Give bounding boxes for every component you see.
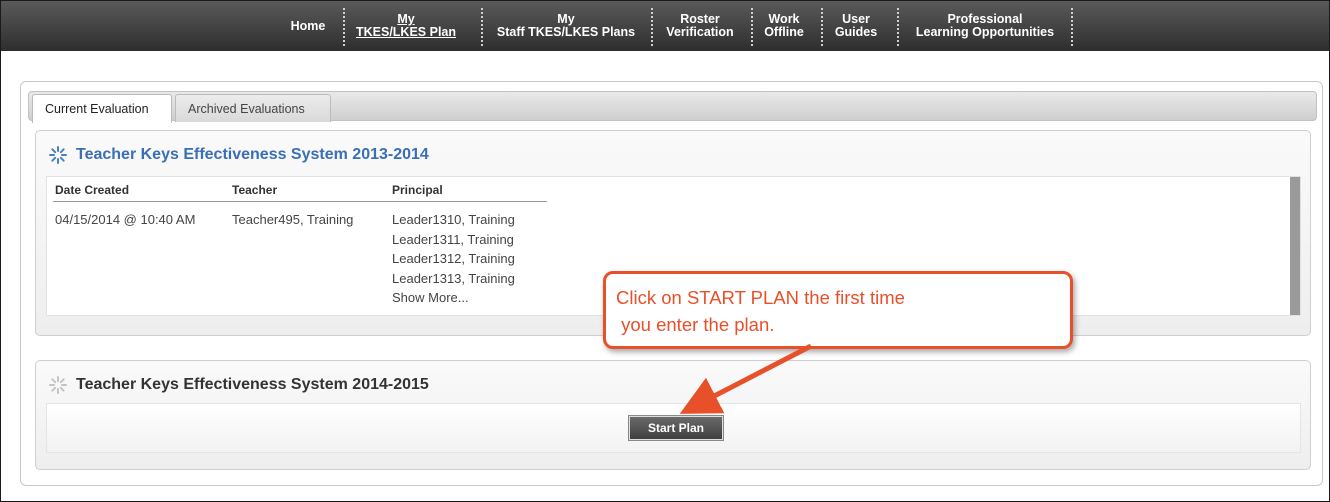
principal-item: Leader1311, Training: [392, 231, 514, 247]
cell-date-created: 04/15/2014 @ 10:40 AM: [55, 212, 196, 227]
tab-archived-evaluations[interactable]: Archived Evaluations: [175, 94, 331, 122]
nav-work-offline[interactable]: Work Offline: [759, 1, 809, 51]
principal-item: Leader1312, Training: [392, 251, 515, 266]
nav-separator: [651, 8, 653, 46]
evaluation-2014-section: Teacher Keys Effectiveness System 2014-2…: [35, 360, 1311, 470]
nav-my-tkes-lkes-plan[interactable]: My TKES/LKES Plan: [351, 1, 461, 51]
spinner-icon: [49, 146, 67, 164]
nav-my-staff-plans[interactable]: My Staff TKES/LKES Plans: [491, 1, 641, 51]
instruction-callout: Click on START PLAN the first time you e…: [603, 271, 1073, 349]
evaluation-2014-body: Start Plan: [46, 403, 1301, 453]
evaluation-2013-heading[interactable]: Teacher Keys Effectiveness System 2013-2…: [48, 145, 429, 165]
nav-professional-learning[interactable]: Professional Learning Opportunities: [909, 1, 1061, 51]
nav-separator: [897, 8, 899, 46]
show-more-link[interactable]: Show More...: [392, 288, 515, 308]
column-header-principal: Principal: [392, 183, 443, 197]
callout-text: Click on START PLAN the first time you e…: [616, 287, 905, 335]
evaluation-2014-title: Teacher Keys Effectiveness System 2014-2…: [76, 376, 429, 393]
header-divider: [53, 201, 547, 202]
cell-teacher: Teacher495, Training: [232, 212, 354, 227]
spinner-icon: [49, 376, 67, 394]
evaluation-2014-heading: Teacher Keys Effectiveness System 2014-2…: [48, 375, 429, 395]
scrollbar[interactable]: [1290, 177, 1300, 315]
evaluation-2013-title: Teacher Keys Effectiveness System 2013-2…: [76, 146, 429, 163]
nav-separator: [343, 8, 345, 46]
nav-separator: [481, 8, 483, 46]
column-header-teacher: Teacher: [232, 183, 278, 197]
nav-home[interactable]: Home: [283, 1, 333, 51]
nav-separator: [751, 8, 753, 46]
column-header-date: Date Created: [55, 183, 130, 197]
top-navigation: Home My TKES/LKES Plan My Staff TKES/LKE…: [1, 1, 1329, 51]
nav-roster-verification[interactable]: Roster Verification: [659, 1, 741, 51]
page-frame: Home My TKES/LKES Plan My Staff TKES/LKE…: [0, 0, 1330, 502]
start-plan-button[interactable]: Start Plan: [629, 416, 723, 440]
tab-bar: Current Evaluation Archived Evaluations: [28, 91, 1317, 123]
nav-separator: [821, 8, 823, 46]
cell-principal: Leader1310, Training Leader1311, Trainin…: [392, 210, 515, 308]
nav-separator: [1071, 8, 1073, 46]
principal-item: Leader1310, Training: [392, 212, 515, 227]
principal-item: Leader1313, Training: [392, 270, 515, 286]
tab-current-evaluation[interactable]: Current Evaluation: [32, 94, 172, 123]
nav-user-guides[interactable]: User Guides: [831, 1, 881, 51]
